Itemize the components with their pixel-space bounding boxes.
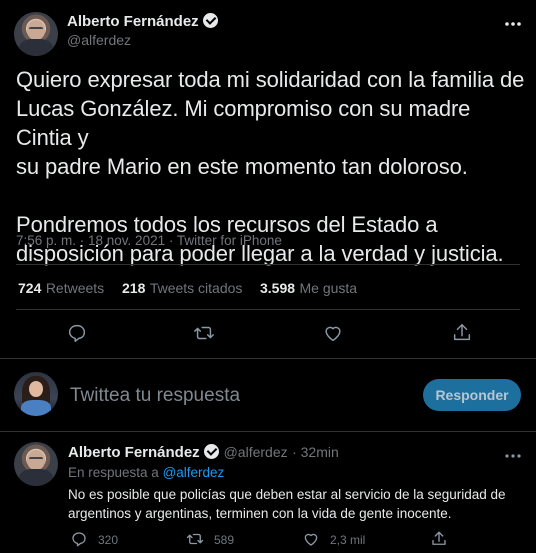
retweets-label: Retweets	[45, 280, 105, 296]
retweets-stat[interactable]: 724 Retweets	[18, 280, 104, 298]
author-handle[interactable]: @alferdez	[67, 32, 131, 48]
retweets-count: 724	[18, 280, 42, 296]
reply-icon[interactable]	[70, 530, 88, 548]
share-icon[interactable]	[430, 530, 448, 548]
reply-retweets-count: 589	[214, 533, 235, 547]
reply-header: Alberto Fernández @alferdez · 32min	[68, 444, 339, 462]
author-avatar[interactable]	[14, 12, 58, 56]
reply-text: No es posible que policías que deben est…	[68, 487, 506, 521]
reply-input[interactable]: Twittea tu respuesta	[70, 385, 240, 407]
verified-badge-icon	[203, 13, 219, 28]
likes-label: Me gusta	[299, 280, 358, 296]
reply-time[interactable]: · 32min	[292, 444, 339, 460]
like-icon[interactable]	[302, 530, 320, 548]
author-name[interactable]: Alberto Fernández	[67, 13, 199, 30]
retweet-icon[interactable]	[186, 530, 204, 548]
tweet-timestamp[interactable]: 7:56 p. m. · 18 nov. 2021 · Twitter for …	[16, 233, 282, 248]
reply-author-name[interactable]: Alberto Fernández	[68, 444, 200, 461]
likes-count: 3.598	[260, 280, 296, 296]
user-avatar[interactable]	[14, 372, 58, 416]
reply-author-avatar[interactable]	[14, 442, 58, 486]
reply-likes-count: 2,3 mil	[330, 533, 366, 547]
quotes-count: 218	[122, 280, 146, 296]
quotes-stat[interactable]: 218 Tweets citados	[122, 280, 242, 298]
reply-replies-count: 320	[98, 533, 119, 547]
reply-icon[interactable]	[66, 322, 88, 344]
reply-button[interactable]: Responder	[423, 379, 521, 411]
in-reply-to: En respuesta a @alferdez	[68, 465, 224, 480]
likes-stat[interactable]: 3.598 Me gusta	[260, 280, 357, 298]
reply-author-handle[interactable]: @alferdez	[224, 444, 288, 460]
in-reply-prefix: En respuesta a	[68, 465, 159, 480]
quotes-label: Tweets citados	[149, 280, 243, 296]
author-name-row[interactable]: Alberto Fernández	[67, 13, 219, 31]
in-reply-handle-link[interactable]: @alferdez	[163, 465, 225, 480]
share-icon[interactable]	[451, 322, 473, 344]
verified-badge-icon	[204, 444, 220, 459]
like-icon[interactable]	[322, 322, 344, 344]
more-icon[interactable]	[503, 14, 523, 34]
more-icon[interactable]	[503, 446, 523, 466]
retweet-icon[interactable]	[193, 322, 215, 344]
